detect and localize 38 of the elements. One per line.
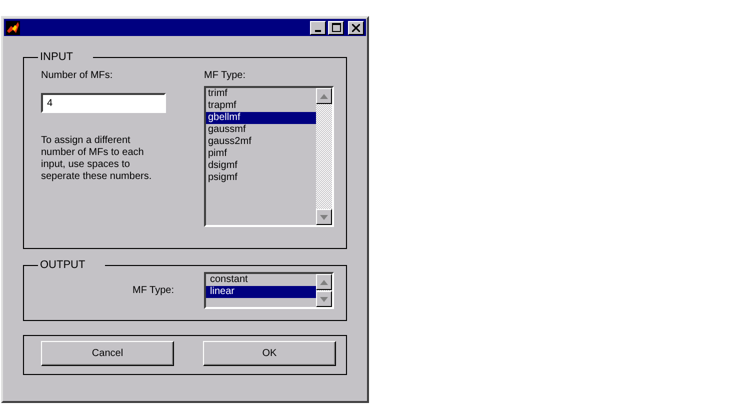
dialog-button[interactable]: OK <box>203 341 336 366</box>
maximize-icon <box>332 23 340 32</box>
group-legend: INPUT <box>38 51 93 63</box>
list-item[interactable]: psigmf <box>206 172 316 184</box>
close-icon <box>352 24 360 32</box>
minimize-button[interactable] <box>310 20 326 34</box>
scroll-up-button[interactable] <box>316 274 332 290</box>
close-button[interactable] <box>348 20 364 34</box>
up-arrow-icon <box>320 280 328 284</box>
minimize-icon <box>315 30 321 32</box>
list-item[interactable]: dsigmf <box>206 160 316 172</box>
group-legend: OUTPUT <box>38 259 106 271</box>
help-text: To assign a different number of MFs to each input, use spaces to seperate these numbers. <box>41 135 153 183</box>
list-box[interactable]: constant linear <box>204 272 334 309</box>
down-arrow-icon <box>320 214 328 220</box>
list-item[interactable]: gauss2mf <box>206 136 316 148</box>
up-arrow-icon <box>320 94 328 98</box>
field-label: Number of MFs: <box>41 70 113 81</box>
list-item[interactable]: gaussmf <box>206 124 316 136</box>
scrollbar[interactable] <box>316 88 332 225</box>
field-label: MF Type: <box>204 70 246 81</box>
list-box[interactable]: trimf trapmf gbellmf gaussmf gauss2mf pimf dsigmf psigmf <box>204 86 334 227</box>
list-item[interactable]: trapmf <box>206 100 316 112</box>
list-item[interactable]: trimf <box>206 88 316 100</box>
list-item[interactable]: linear <box>206 286 316 298</box>
list-item[interactable]: constant <box>206 274 316 286</box>
list-item[interactable]: gbellmf <box>206 112 316 124</box>
maximize-button[interactable] <box>328 20 344 34</box>
list-item[interactable]: pimf <box>206 148 316 160</box>
input-field[interactable]: 4 <box>41 93 166 113</box>
scroll-down-button[interactable] <box>316 209 332 225</box>
scrollbar[interactable] <box>316 274 332 307</box>
app-icon <box>6 20 20 34</box>
dialog-button[interactable]: Cancel <box>41 341 174 366</box>
scroll-up-button[interactable] <box>316 88 332 104</box>
scroll-down-button[interactable] <box>316 291 332 307</box>
field-label: MF Type: <box>132 285 174 296</box>
down-arrow-icon <box>320 296 328 302</box>
